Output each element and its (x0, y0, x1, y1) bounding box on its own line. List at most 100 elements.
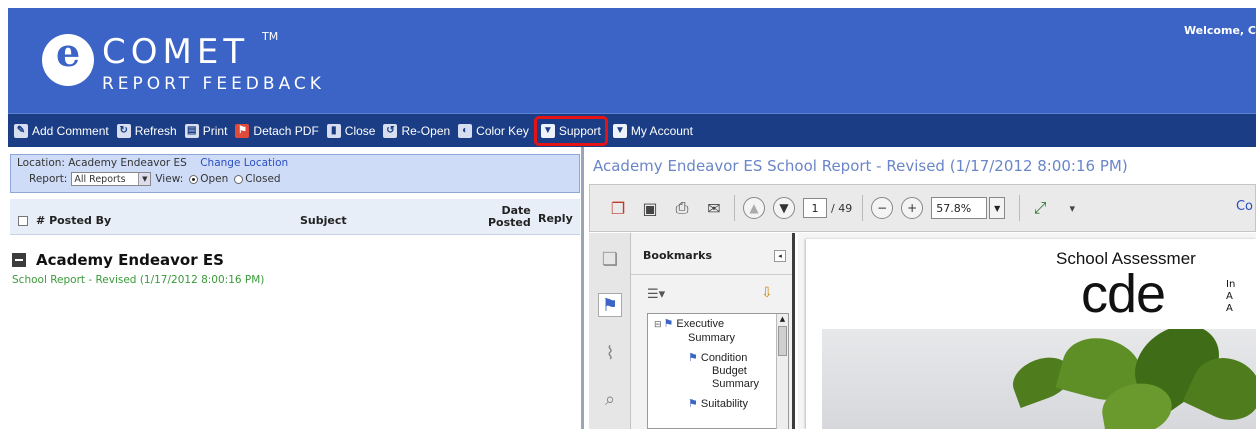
refresh-button[interactable]: ↻ Refresh (116, 119, 177, 143)
column-posted-by[interactable]: # Posted By (36, 214, 111, 227)
view-open-radio[interactable] (189, 174, 199, 184)
toolbar-menu-icon[interactable]: ▾ (1060, 196, 1084, 220)
collapse-node-icon[interactable]: ⊟ (654, 319, 662, 329)
view-label: View: (155, 173, 184, 185)
zoom-out-icon[interactable]: − (871, 197, 894, 219)
bookmarks-header: Bookmarks ◂ (631, 233, 792, 275)
bookmark-label: Executive (676, 318, 725, 330)
attachments-icon[interactable]: ⌇ (598, 341, 622, 365)
side-line: A (1226, 303, 1233, 314)
app-header: e COMET TM REPORT FEEDBACK Welcome, C (8, 8, 1256, 113)
location-value: Academy Endeavor ES (68, 157, 187, 169)
bookmark-options-icon[interactable]: ☰▾ (647, 287, 665, 302)
report-label: Report: (29, 173, 68, 185)
color-key-label: Color Key (476, 123, 529, 138)
bookmark-icon: ⚑ (663, 318, 674, 330)
cover-photo (822, 329, 1256, 429)
column-reply[interactable]: Reply (538, 212, 573, 225)
detach-pdf-label: Detach PDF (253, 123, 319, 138)
print-icon[interactable]: ⎙ (670, 196, 694, 220)
group-title: Academy Endeavor ES (36, 251, 224, 269)
reopen-button[interactable]: ↺ Re-Open (383, 119, 450, 143)
bookmark-label: Condition (700, 352, 748, 364)
support-button[interactable]: ▼ Support (533, 115, 608, 146)
my-account-label: My Account (630, 123, 693, 138)
refresh-icon: ↻ (116, 123, 131, 138)
side-line: In (1226, 279, 1236, 290)
view-closed-label: Closed (245, 173, 281, 185)
bookmark-label-cont: Summary (688, 332, 736, 344)
scroll-thumb[interactable] (778, 326, 787, 356)
refresh-label: Refresh (134, 123, 177, 138)
comment-icon: ✎ (14, 123, 28, 138)
report-link[interactable]: School Report - Revised (1/17/2012 8:00:… (12, 274, 264, 286)
collapse-pane-icon[interactable]: ◂ (774, 250, 786, 262)
color-key-button[interactable]: ◐ Color Key (458, 119, 529, 143)
reopen-label: Re-Open (401, 123, 451, 138)
bookmark-suitability[interactable]: ⚑ Suitability (688, 398, 748, 411)
bookmark-scrollbar[interactable]: ▲ (776, 314, 788, 429)
bookmark-label-cont: Summary (712, 378, 760, 390)
pages-icon[interactable]: ❏ (598, 247, 622, 271)
zoom-dropdown-icon[interactable]: ▼ (989, 197, 1006, 219)
my-account-button[interactable]: ▼ My Account (612, 119, 693, 143)
pdf-toolbar: ❐ ▣ ⎙ ✉ ▲ ▼ 1 / 49 − + 57.8% ▼ ⤢ ▾ Co (589, 184, 1256, 232)
toolbar-separator (1019, 195, 1021, 221)
toolbar-separator (862, 195, 864, 221)
select-all-checkbox[interactable] (18, 216, 28, 226)
report-view-line: Report: All Reports ▼ View: Open Closed (17, 172, 573, 186)
column-num-label: # (36, 214, 46, 227)
location-filter-box: Location: Academy Endeavor ES Change Loc… (10, 154, 580, 193)
toolbar-separator (734, 195, 735, 221)
save-icon[interactable]: ▣ (638, 196, 662, 220)
column-subject[interactable]: Subject (300, 214, 347, 227)
bookmarks-icon[interactable]: ⚑ (598, 293, 622, 317)
zoom-in-icon[interactable]: + (901, 197, 924, 219)
change-location-link[interactable]: Change Location (200, 157, 288, 169)
view-open-label: Open (200, 173, 229, 185)
column-posted-by-label: Posted By (49, 214, 112, 227)
print-label: Print (202, 123, 228, 138)
print-button[interactable]: ▤ Print (184, 119, 228, 143)
next-page-icon[interactable]: ▼ (773, 197, 795, 219)
bookmark-executive-summary[interactable]: ⊟ ⚑ Executive (654, 318, 724, 331)
bookmark-label-cont: Budget (712, 365, 747, 377)
bookmarks-title: Bookmarks (643, 249, 712, 262)
app-window: e COMET TM REPORT FEEDBACK Welcome, C ✎ … (8, 8, 1256, 429)
bookmark-icon: ⚑ (688, 398, 698, 410)
previous-page-icon[interactable]: ▲ (743, 197, 765, 219)
bookmarks-pane: Bookmarks ◂ ☰▾ ⇩ ⊟ ⚑ Executive Summary ⚑ Co… (631, 233, 795, 429)
lock-icon: ▮ (326, 123, 341, 138)
column-date-posted[interactable]: Date Posted (488, 205, 531, 229)
detach-pdf-button[interactable]: ⚑ Detach PDF (235, 119, 319, 143)
email-icon[interactable]: ✉ (702, 196, 726, 220)
location-label: Location: (17, 157, 65, 169)
pdf-side-rail: ❏ ⚑ ⌇ ⌕ (589, 233, 631, 429)
welcome-text: Welcome, C (1183, 24, 1256, 37)
search-binoculars-icon[interactable]: ⌕ (598, 387, 622, 411)
expand-bookmark-icon[interactable]: ⇩ (761, 285, 773, 301)
zoom-input[interactable]: 57.8% (931, 197, 988, 219)
page-total: / 49 (831, 201, 853, 215)
comment-tool-link[interactable]: Co (1236, 199, 1253, 214)
document-page: School Assessmer cde In A A (806, 239, 1256, 429)
view-closed-radio[interactable] (234, 174, 244, 184)
comments-column-header: # Posted By Subject Date Posted Reply (10, 199, 580, 235)
create-pdf-icon[interactable]: ❐ (606, 196, 630, 220)
report-select[interactable]: All Reports ▼ (71, 172, 152, 186)
scroll-up-icon[interactable]: ▲ (778, 315, 787, 325)
logo-subtitle: REPORT FEEDBACK (102, 74, 325, 94)
page-number-input[interactable]: 1 (803, 198, 827, 218)
group-header[interactable]: Academy Endeavor ES (12, 251, 224, 269)
pdf-viewer-panel: Academy Endeavor ES School Report - Revi… (587, 147, 1256, 429)
report-title: Academy Endeavor ES School Report - Revi… (593, 157, 1128, 175)
document-area[interactable]: School Assessmer cde In A A (798, 233, 1256, 429)
collapse-icon[interactable] (12, 253, 26, 267)
add-comment-button[interactable]: ✎ Add Comment (14, 119, 109, 143)
bookmark-condition-budget-summary[interactable]: ⚑ Condition (688, 352, 747, 365)
column-date-line2: Posted (488, 216, 531, 229)
fit-page-icon[interactable]: ⤢ (1028, 196, 1052, 220)
close-button[interactable]: ▮ Close (326, 119, 375, 143)
bookmark-icon: ⚑ (688, 352, 698, 364)
color-key-icon: ◐ (458, 123, 473, 138)
